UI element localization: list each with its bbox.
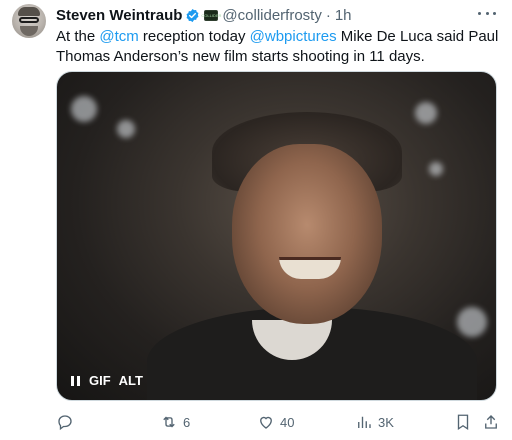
alt-badge[interactable]: ALT: [119, 373, 143, 388]
background-light: [117, 120, 135, 138]
pause-icon[interactable]: [71, 375, 81, 386]
more-icon[interactable]: [478, 6, 496, 20]
subject-face: [232, 144, 382, 324]
gif-controls: GIF ALT: [71, 373, 143, 388]
like-count: 40: [280, 414, 295, 430]
reply-button[interactable]: [56, 413, 79, 431]
timestamp[interactable]: 1h: [335, 7, 352, 24]
action-bar: 6 40 3K: [56, 413, 502, 433]
avatar-glasses: [19, 17, 39, 23]
like-button[interactable]: 40: [257, 413, 294, 431]
affiliation-badge-icon[interactable]: COLLIDER: [201, 9, 222, 21]
text-part: At the: [56, 28, 100, 45]
repost-count: 6: [183, 414, 191, 430]
avatar-hair: [18, 7, 40, 16]
author-name[interactable]: Steven Weintraub: [56, 7, 182, 24]
views-button[interactable]: 3K: [355, 413, 394, 431]
bookmark-icon: [457, 414, 469, 431]
author-handle[interactable]: @colliderfrosty: [222, 7, 321, 24]
repost-icon: [163, 416, 175, 428]
views-icon: [358, 416, 371, 428]
mention-link[interactable]: @tcm: [99, 28, 138, 45]
share-button[interactable]: [482, 413, 500, 431]
tweet-text: At the @tcm reception today @wbpictures …: [56, 27, 502, 67]
avatar-beard: [20, 26, 38, 36]
bookmark-button[interactable]: [454, 413, 472, 431]
separator-dot: ·: [325, 6, 331, 24]
avatar[interactable]: [12, 4, 46, 38]
affiliation-badge-text: COLLIDER: [201, 12, 222, 18]
reply-icon: [58, 415, 72, 431]
mention-link[interactable]: @wbpictures: [250, 28, 337, 45]
like-icon: [260, 416, 272, 429]
share-icon: [485, 415, 497, 429]
gif-badge: GIF: [89, 373, 111, 388]
gif-media[interactable]: GIF ALT: [56, 71, 497, 401]
tweet[interactable]: Steven Weintraub COLLIDER @colliderfrost…: [0, 0, 512, 440]
background-light: [429, 162, 443, 176]
background-light: [457, 307, 487, 337]
background-light: [71, 96, 97, 122]
background-light: [415, 102, 437, 124]
tweet-header: Steven Weintraub COLLIDER @colliderfrost…: [56, 6, 352, 24]
repost-button[interactable]: 6: [160, 413, 190, 431]
verified-badge-icon[interactable]: [185, 8, 200, 23]
views-count: 3K: [378, 414, 394, 430]
text-part: reception today: [138, 28, 250, 45]
